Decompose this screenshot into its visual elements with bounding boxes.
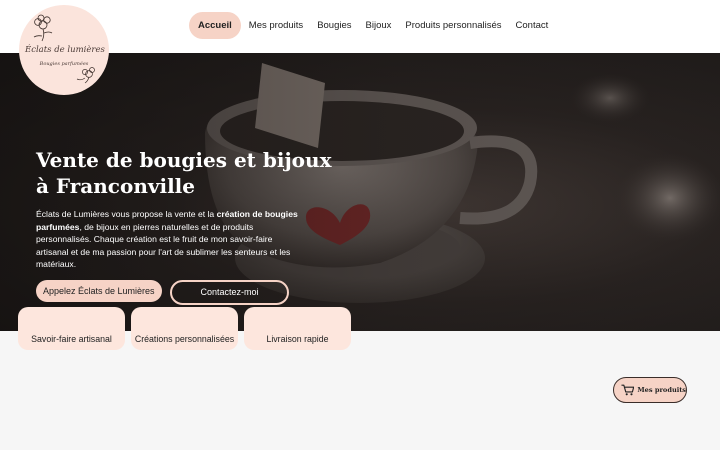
- nav-item-bougies[interactable]: Bougies: [310, 12, 358, 39]
- cart-icon: [621, 384, 635, 396]
- hero-description: Éclats de Lumières vous propose la vente…: [36, 208, 298, 271]
- feature-card-savoir-faire: Savoir-faire artisanal: [18, 307, 125, 350]
- hero-title: Vente de bougies et bijoux à Franconvill…: [36, 148, 332, 198]
- call-button[interactable]: Appelez Éclats de Lumières: [36, 280, 162, 302]
- main-nav: Accueil Mes produits Bougies Bijoux Prod…: [189, 12, 555, 39]
- feature-card-creations: Créations personnalisées: [131, 307, 238, 350]
- nav-item-produits-personnalises[interactable]: Produits personnalisés: [398, 12, 508, 39]
- cart-button[interactable]: Mes produits: [613, 377, 687, 403]
- logo-tagline: Bougies parfumées: [39, 61, 89, 67]
- feature-card-livraison: Livraison rapide: [244, 307, 351, 350]
- nav-item-accueil[interactable]: Accueil: [189, 12, 241, 39]
- cart-label: Mes produits: [637, 386, 686, 394]
- site-logo[interactable]: Éclats de lumières Bougies parfumées: [19, 5, 109, 95]
- nav-item-bijoux[interactable]: Bijoux: [359, 12, 399, 39]
- hero-text-part: Éclats de Lumières vous propose la vente…: [36, 209, 217, 219]
- contact-button[interactable]: Contactez-moi: [170, 280, 289, 305]
- nav-item-contact[interactable]: Contact: [509, 12, 556, 39]
- logo-name: Éclats de lumières: [25, 45, 105, 55]
- nav-item-mes-produits[interactable]: Mes produits: [242, 12, 310, 39]
